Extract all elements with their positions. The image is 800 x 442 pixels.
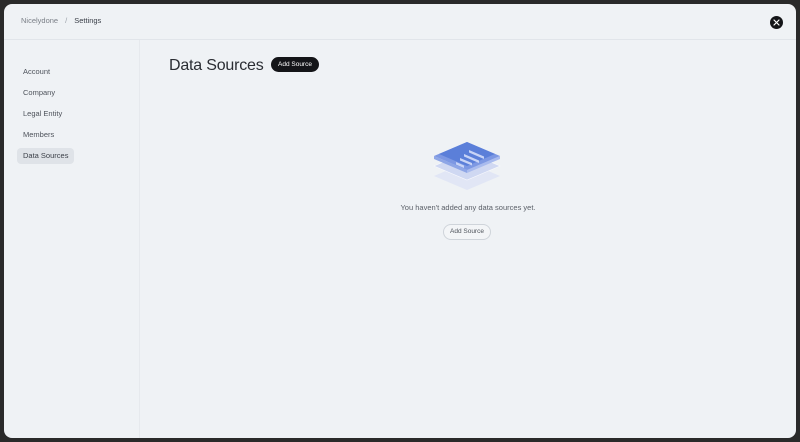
close-icon — [773, 19, 780, 26]
add-source-header-button[interactable]: Add Source — [271, 57, 319, 72]
breadcrumb-separator: / — [65, 16, 68, 25]
close-button[interactable] — [770, 16, 783, 29]
add-source-empty-state-button[interactable]: Add Source — [443, 224, 491, 240]
sidebar-item-members[interactable]: Members — [17, 127, 60, 143]
stacked-data-layers-icon — [433, 142, 501, 190]
sidebar-item-label: Account — [23, 67, 51, 76]
empty-state-message: You haven't added any data sources yet. — [400, 203, 536, 212]
sidebar-item-label: Company — [23, 88, 56, 97]
settings-sidebar: Account Company Legal Entity Members Dat… — [4, 40, 140, 438]
sidebar-item-label: Legal Entity — [23, 109, 63, 118]
sidebar-item-company[interactable]: Company — [17, 85, 61, 101]
sidebar-item-label: Members — [23, 130, 55, 139]
sidebar-item-legal-entity[interactable]: Legal Entity — [17, 106, 68, 122]
sidebar-item-label: Data Sources — [23, 151, 69, 160]
sidebar-item-data-sources[interactable]: Data Sources — [17, 148, 75, 164]
settings-window: Nicelydone / Settings Account Company Le… — [4, 4, 796, 438]
sidebar-item-account[interactable]: Account — [17, 64, 56, 80]
page-title: Data Sources — [169, 57, 264, 74]
breadcrumb-current: Settings — [74, 16, 102, 25]
breadcrumb-workspace[interactable]: Nicelydone — [21, 16, 58, 25]
breadcrumb: Nicelydone / Settings — [21, 16, 101, 25]
main-content: Data Sources Add Source You haven't adde… — [140, 40, 796, 438]
top-bar: Nicelydone / Settings — [4, 4, 796, 40]
